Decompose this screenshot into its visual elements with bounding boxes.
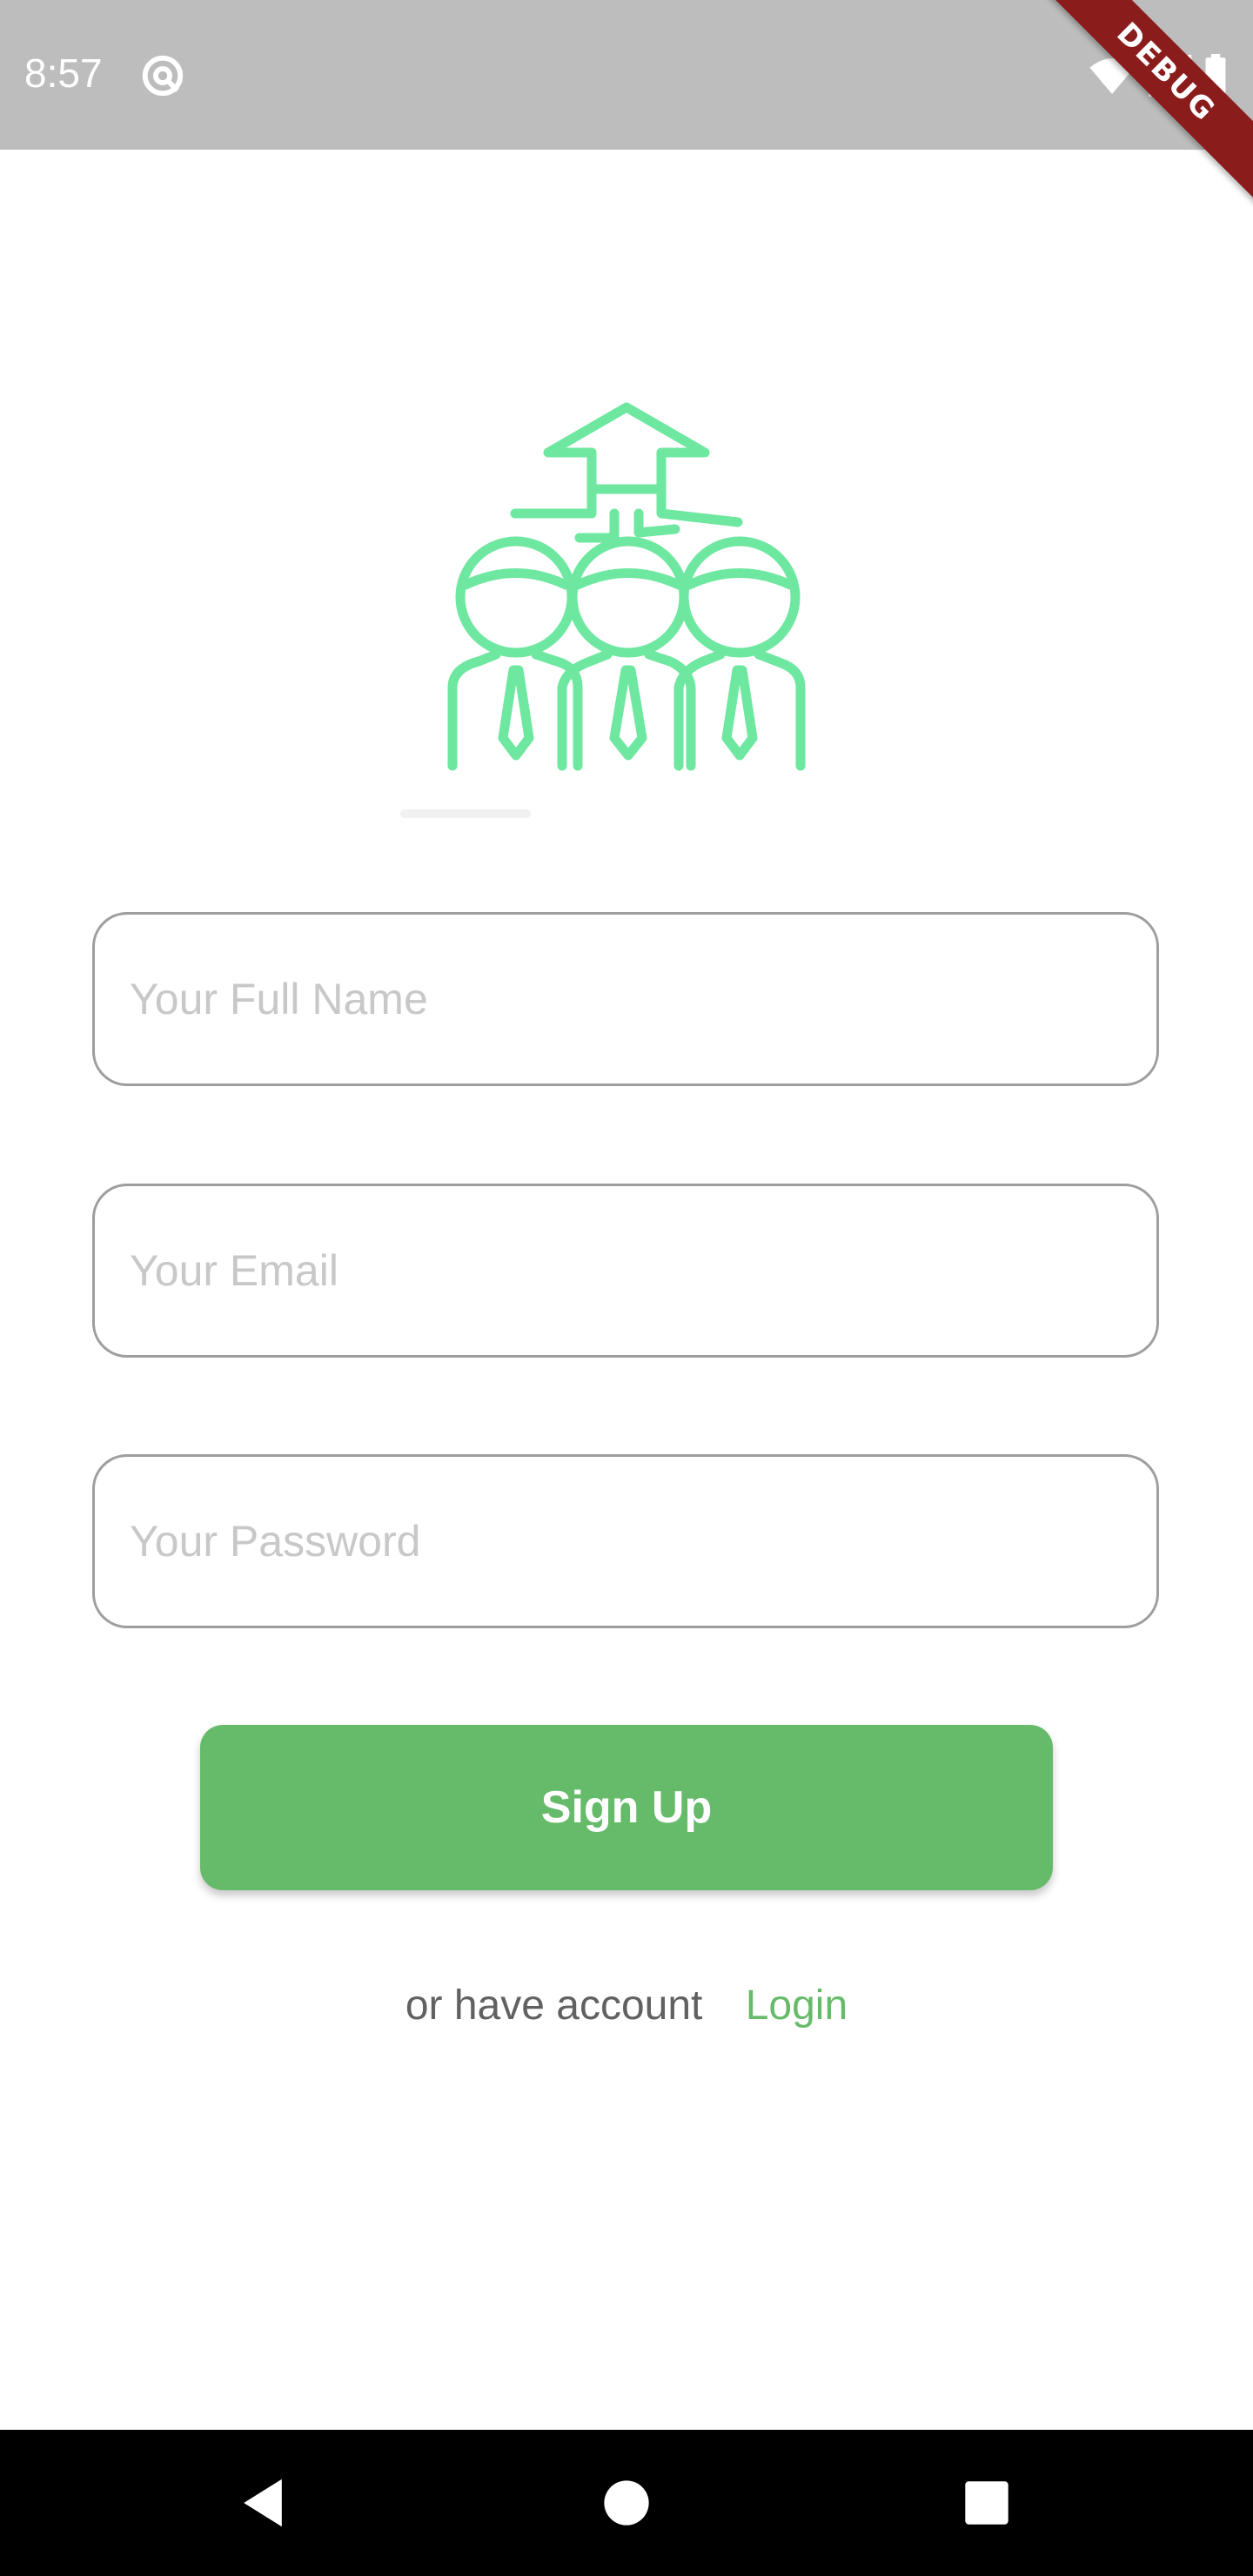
logo-shadow [400,809,531,818]
have-account-text: or have account [405,1982,703,2029]
signup-screen: 8:57 DEBUG Your Full Name Your Email Sig… [0,0,1253,2576]
team-growth-icon [447,402,806,771]
login-row: or have account Login [0,1976,1253,2036]
status-bar: 8:57 DEBUG [0,0,1253,227]
login-link[interactable]: Login [746,1982,848,2029]
debug-banner: DEBUG [1011,0,1253,227]
at-sign-icon [142,55,184,97]
nav-recents-button[interactable] [952,2468,1022,2538]
system-nav-bar [0,2430,1253,2576]
password-input[interactable] [130,1457,1122,1626]
full-name-field[interactable] [92,912,1159,1086]
nav-home-button[interactable] [592,2468,661,2538]
email-field[interactable] [92,1184,1159,1358]
full-name-input[interactable] [130,915,1122,1083]
email-input[interactable] [130,1186,1122,1355]
nav-back-button[interactable] [228,2468,298,2538]
recents-square-icon [965,2481,1008,2525]
status-time: 8:57 [24,50,103,96]
home-circle-icon [604,2480,649,2526]
sign-up-button[interactable]: Sign Up [200,1725,1053,1890]
password-field[interactable] [92,1454,1159,1628]
back-triangle-icon [244,2479,282,2527]
